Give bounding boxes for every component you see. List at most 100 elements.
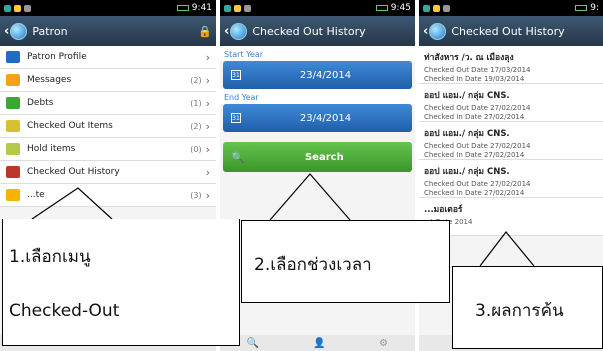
lock-icon[interactable]: 🔒 (198, 25, 212, 38)
menu-item-label: ...te (27, 190, 45, 200)
callout-box-2: 2.เลือกช่วงเวลา (241, 220, 450, 303)
search-icon: 🔍 (231, 150, 245, 164)
end-date-value: 23/4/2014 (299, 112, 352, 124)
checked-in-row: Checked In Date 19/03/2014 (424, 74, 525, 83)
title-bar: ‹ Checked Out History (220, 16, 415, 46)
history-entry[interactable]: ออป แอม./ กลุ่ม CNS. Checked Out Date 27/… (419, 160, 603, 198)
menu-item-count: (3) (190, 190, 202, 200)
menu-item-count: (2) (190, 121, 202, 131)
menu-item-label: Debts (27, 98, 54, 108)
notification-icon (14, 4, 21, 12)
menu-item-icon (6, 189, 20, 201)
menu-item-count: (2) (190, 75, 202, 85)
page-title: Checked Out History (252, 24, 366, 38)
callout-1-line1: 1.เลือกเมนู (9, 247, 91, 267)
chevron-right-icon: › (205, 165, 210, 179)
callout-1-line2: Checked-Out (9, 301, 120, 321)
bottom-toolbar: 🔍 👤 ⚙ (220, 335, 415, 351)
menu-item-label: Checked Out History (27, 167, 120, 177)
menu-item[interactable]: ...te (3) › (0, 184, 216, 207)
menu-item-icon (6, 166, 20, 178)
history-entry[interactable]: ออป แอม./ กลุ่ม CNS. Checked Out Date 27/… (419, 122, 603, 160)
battery-icon (375, 5, 388, 11)
calendar-icon: 31 (231, 70, 241, 80)
app-globe-icon (429, 22, 447, 40)
menu-item[interactable]: Checked Out History › (0, 161, 216, 184)
callout-box-1: 1.เลือกเมนู Checked-Out (2, 219, 240, 346)
menu-item-count: (1) (190, 98, 202, 108)
person-tab-icon[interactable]: 👤 (313, 338, 325, 349)
search-tab-icon[interactable]: 🔍 (247, 338, 259, 349)
end-date-picker[interactable]: 31 23/4/2014 (223, 104, 412, 132)
menu-item[interactable]: Hold items (0) › (0, 138, 216, 161)
checked-out-row: Checked Out Date 17/03/2014 (424, 66, 531, 74)
status-time: 9:45 (390, 3, 411, 13)
back-button[interactable]: ‹ (423, 22, 447, 40)
chevron-right-icon: › (205, 142, 210, 156)
title-bar: ‹ Checked Out History (419, 16, 603, 46)
status-bar: 9:45 (220, 0, 415, 16)
history-title: ออป แอม./ กลุ่ม CNS. (424, 129, 510, 139)
menu-item[interactable]: Checked Out Items (2) › (0, 115, 216, 138)
menu-item-label: Messages (27, 75, 72, 85)
notification-icon (433, 4, 440, 12)
chevron-left-icon: ‹ (4, 23, 10, 39)
chevron-left-icon: ‹ (224, 23, 230, 39)
app-globe-icon (230, 22, 248, 40)
history-list: ท่าสังหาร /ว. ณ เมืองลุง Checked Out Date… (419, 46, 603, 236)
chevron-right-icon: › (205, 73, 210, 87)
callout-box-3: 3.ผลการค้น (452, 266, 603, 349)
callout-2-text: 2.เลือกช่วงเวลา (254, 255, 372, 275)
notification-icon (234, 4, 241, 12)
status-bar: 9:41 (0, 0, 216, 16)
callout-3-text: 3.ผลการค้น (475, 301, 564, 321)
chevron-right-icon: › (205, 119, 210, 133)
gear-tab-icon[interactable]: ⚙ (379, 338, 388, 349)
menu-item-icon (6, 143, 20, 155)
chevron-right-icon: › (205, 50, 210, 64)
status-bar: 9: (419, 0, 603, 16)
notification-icon (443, 4, 450, 12)
menu-item-label: Hold items (27, 144, 76, 154)
title-bar: ‹ Patron 🔒 (0, 16, 216, 46)
calendar-icon: 31 (231, 113, 241, 123)
notification-icon (423, 4, 430, 12)
chevron-right-icon: › (205, 188, 210, 202)
status-time: 9: (590, 3, 599, 13)
checked-out-row: ...t Date 2014 (424, 218, 473, 226)
notification-icon (24, 4, 31, 12)
checked-out-row: Checked Out Date 27/02/2014 (424, 142, 531, 150)
menu-item-label: Checked Out Items (27, 121, 113, 131)
menu-item[interactable]: Messages (2) › (0, 69, 216, 92)
end-year-label: End Year (220, 89, 415, 104)
search-button-label: Search (304, 151, 344, 163)
app-globe-icon (10, 22, 28, 40)
battery-icon (176, 5, 189, 11)
status-time: 9:41 (191, 3, 212, 13)
notification-icon (244, 4, 251, 12)
back-button[interactable]: ‹ (224, 22, 248, 40)
history-title: ออป แอม./ กลุ่ม CNS. (424, 167, 510, 177)
battery-icon (575, 5, 588, 11)
menu-list: Patron Profile › Messages (2) › Debts (1) › Chec… (0, 46, 216, 207)
menu-item[interactable]: Debts (1) › (0, 92, 216, 115)
menu-item[interactable]: Patron Profile › (0, 46, 216, 69)
checked-in-row: Checked In Date 27/02/2014 (424, 188, 525, 197)
notification-icon (4, 4, 11, 12)
history-entry[interactable]: ท่าสังหาร /ว. ณ เมืองลุง Checked Out Date… (419, 46, 603, 84)
history-entry[interactable]: ออป แอม./ กลุ่ม CNS. Checked Out Date 27/… (419, 84, 603, 122)
checked-in-row: Checked In Date 27/02/2014 (424, 112, 525, 121)
menu-item-icon (6, 74, 20, 86)
menu-item-label: Patron Profile (27, 52, 87, 62)
start-date-value: 23/4/2014 (299, 69, 352, 81)
menu-item-icon (6, 120, 20, 132)
start-date-picker[interactable]: 31 23/4/2014 (223, 61, 412, 89)
back-button[interactable]: ‹ (4, 22, 28, 40)
checked-out-row: Checked Out Date 27/02/2014 (424, 180, 531, 188)
search-button[interactable]: 🔍 Search (223, 142, 412, 172)
chevron-left-icon: ‹ (423, 23, 429, 39)
history-title: ออป แอม./ กลุ่ม CNS. (424, 91, 510, 101)
chevron-right-icon: › (205, 96, 210, 110)
history-title: ท่าสังหาร /ว. ณ เมืองลุง (424, 53, 514, 63)
history-title: ...มอเตอร์ (424, 205, 463, 215)
